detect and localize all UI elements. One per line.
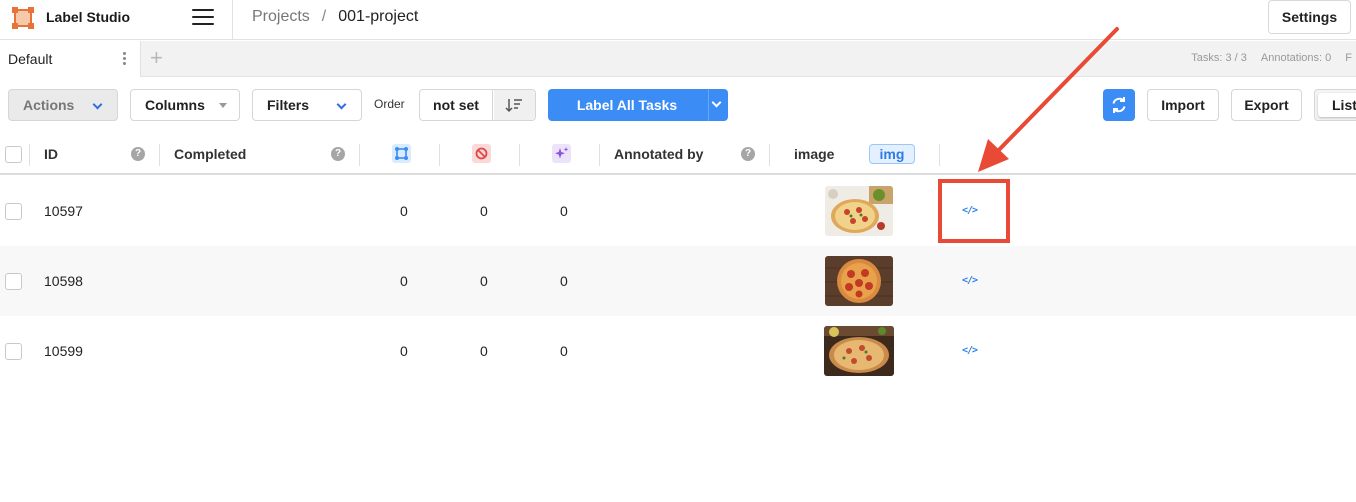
table-row[interactable]: 10597 0 0 0 </> (0, 176, 1356, 246)
column-divider (939, 144, 940, 166)
column-header-image[interactable]: image (794, 146, 834, 162)
predictions-value: 0 (560, 273, 568, 289)
table-row[interactable]: 10599 0 0 0 </> (0, 316, 1356, 386)
order-control: not set (419, 89, 536, 121)
total-annotations-value: 0 (400, 343, 408, 359)
table-row[interactable]: 10598 0 0 0 </> (0, 246, 1356, 316)
tasks-count: Tasks: 3 / 3 (1191, 52, 1247, 64)
annotations-count: Annotations: 0 (1260, 52, 1332, 64)
breadcrumb-projects[interactable]: Projects (252, 8, 310, 25)
row-checkbox[interactable] (5, 273, 22, 290)
total-annotations-value: 0 (400, 203, 408, 219)
cancelled-annotations-icon[interactable] (472, 144, 491, 163)
tab-default[interactable]: Default (0, 41, 141, 77)
columns-dropdown[interactable]: Columns (130, 89, 240, 121)
column-divider (769, 144, 770, 166)
total-annotations-value: 0 (400, 273, 408, 289)
column-divider (29, 144, 30, 166)
label-all-dropdown[interactable] (708, 89, 728, 121)
header-divider (232, 0, 233, 40)
help-icon[interactable]: ? (741, 147, 755, 161)
app-name: Label Studio (46, 9, 130, 25)
sort-icon (505, 99, 522, 113)
code-icon[interactable]: </> (962, 275, 978, 286)
column-divider (159, 144, 160, 166)
order-label: Order (374, 97, 405, 111)
table-header: ID ? Completed ? Annotated by ? image im… (0, 135, 1356, 175)
predictions-value: 0 (560, 203, 568, 219)
top-header: Label Studio Projects / 001-project Settin… (0, 0, 1356, 40)
column-divider (599, 144, 600, 166)
highlight-box (938, 179, 1010, 243)
select-all-checkbox[interactable] (5, 146, 22, 163)
refresh-icon (1112, 97, 1126, 113)
tab-stats: Tasks: 3 / 3 Annotations: 0 F (1177, 52, 1352, 64)
column-header-annotated-by[interactable]: Annotated by (614, 146, 703, 162)
task-id: 10597 (44, 203, 83, 219)
tab-options-icon[interactable] (120, 52, 128, 66)
export-button[interactable]: Export (1231, 89, 1302, 121)
chevron-down-icon (711, 97, 722, 108)
predictions-count: F (1345, 52, 1352, 64)
column-header-completed[interactable]: Completed (174, 146, 246, 162)
task-id: 10599 (44, 343, 83, 359)
refresh-button[interactable] (1103, 89, 1135, 121)
pizza-thumbnail[interactable] (825, 256, 893, 306)
actions-label: Actions (23, 97, 75, 113)
total-annotations-icon[interactable] (392, 144, 411, 163)
tab-default-label: Default (8, 51, 53, 67)
actions-dropdown[interactable]: Actions (8, 89, 118, 121)
chevron-down-icon (92, 99, 103, 110)
breadcrumb-separator: / (321, 8, 327, 25)
image-type-badge: img (869, 144, 915, 164)
column-divider (359, 144, 360, 166)
pizza-thumbnail[interactable] (825, 186, 893, 236)
filters-dropdown[interactable]: Filters (252, 89, 362, 121)
sort-direction-toggle[interactable] (494, 90, 535, 120)
order-select[interactable]: not set (420, 90, 493, 120)
label-all-tasks-label: Label All Tasks (576, 97, 678, 113)
view-toggle: List (1314, 89, 1356, 121)
column-divider (519, 144, 520, 166)
caret-down-icon (219, 103, 227, 108)
help-icon[interactable]: ? (131, 147, 145, 161)
predictions-icon[interactable] (552, 144, 571, 163)
breadcrumb: Projects / 001-project (252, 8, 418, 26)
cancelled-value: 0 (480, 273, 488, 289)
settings-button[interactable]: Settings (1268, 0, 1351, 34)
add-tab-button[interactable]: + (150, 46, 163, 70)
pizza-thumbnail[interactable] (824, 326, 894, 376)
cancelled-value: 0 (480, 343, 488, 359)
task-id: 10598 (44, 273, 83, 289)
column-divider (439, 144, 440, 166)
cancelled-value: 0 (480, 203, 488, 219)
row-checkbox[interactable] (5, 203, 22, 220)
predictions-value: 0 (560, 343, 568, 359)
code-icon[interactable]: </> (962, 345, 978, 356)
column-header-id[interactable]: ID (44, 146, 58, 162)
chevron-down-icon (336, 99, 347, 110)
filters-label: Filters (267, 97, 310, 113)
menu-icon[interactable] (192, 9, 214, 27)
help-icon[interactable]: ? (331, 147, 345, 161)
view-tabs-bar: Default + Tasks: 3 / 3 Annotations: 0 F (0, 41, 1356, 77)
list-view-button[interactable]: List (1318, 93, 1356, 117)
label-all-tasks-button[interactable]: Label All Tasks (548, 89, 728, 121)
breadcrumb-current-project[interactable]: 001-project (338, 8, 418, 25)
import-button[interactable]: Import (1147, 89, 1219, 121)
row-checkbox[interactable] (5, 343, 22, 360)
label-studio-logo-icon[interactable] (12, 7, 34, 29)
columns-label: Columns (145, 97, 205, 113)
